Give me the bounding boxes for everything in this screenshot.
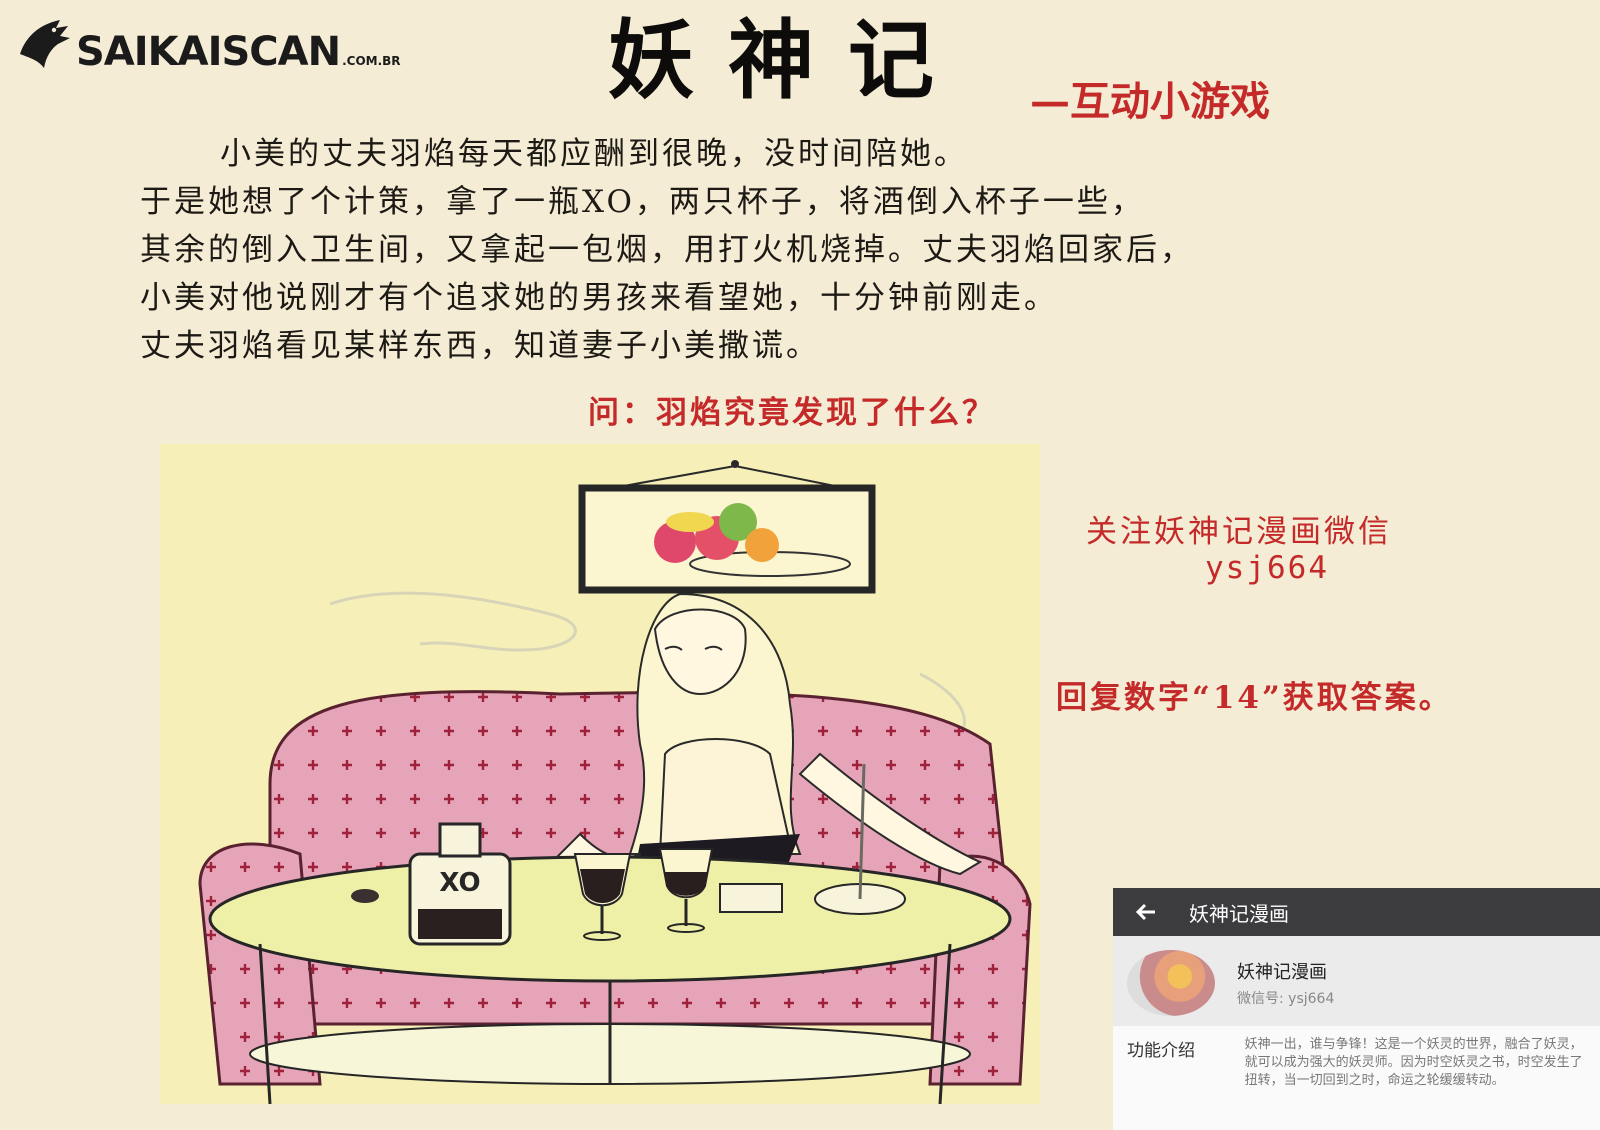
intro-text: 妖神一出，谁与争锋！这是一个妖灵的世界，融合了妖灵，就可以成为强大的妖灵师。因为… bbox=[1244, 1037, 1583, 1088]
follow-wechat-text: 关注妖神记漫画微信 bbox=[1086, 514, 1392, 550]
fruit-painting bbox=[578, 460, 876, 594]
cigarette-pack bbox=[719, 883, 783, 913]
logo-suffix: .COM.BR bbox=[342, 54, 401, 68]
logo-text: SAIKAISCAN bbox=[76, 29, 341, 75]
page-subtitle: —互动小游戏 bbox=[1030, 78, 1270, 125]
profile-card[interactable]: 妖神记漫画 微信号: ysj664 bbox=[1113, 936, 1600, 1026]
site-logo: SAIKAISCAN .COM.BR bbox=[16, 14, 401, 72]
profile-id: 微信号: ysj664 bbox=[1237, 991, 1335, 1007]
reply-instruction-text: 回复数字“14”获取答案。 bbox=[1056, 680, 1453, 716]
back-arrow-icon[interactable] bbox=[1131, 897, 1161, 927]
profile-name: 妖神记漫画 bbox=[1237, 962, 1327, 983]
dragon-icon bbox=[20, 20, 70, 68]
story-line: 丈夫羽焰看见某样东西，知道妻子小美撒谎。 bbox=[140, 328, 820, 364]
wechat-id-text: ysj664 bbox=[1205, 550, 1329, 586]
comic-illustration: XO bbox=[160, 444, 1040, 1104]
story-text: 小美的丈夫羽焰每天都应酬到很晚，没时间陪她。 于是她想了个计策，拿了一瓶XO，两… bbox=[140, 130, 1400, 370]
phone-header-title: 妖神记漫画 bbox=[1189, 901, 1289, 926]
intro-label: 功能介绍 bbox=[1127, 1041, 1195, 1061]
function-intro: 功能介绍 妖神一出，谁与争锋！这是一个妖灵的世界，融合了妖灵，就可以成为强大的妖… bbox=[1113, 1026, 1600, 1130]
story-line: 小美对他说刚才有个追求她的男孩来看望她，十分钟前刚走。 bbox=[140, 280, 1058, 316]
avatar bbox=[1127, 950, 1215, 1016]
lighter bbox=[351, 889, 379, 903]
question-text: 问：羽焰究竟发现了什么？ bbox=[588, 395, 996, 431]
page-title: 妖神记 bbox=[608, 10, 968, 111]
story-line: 小美的丈夫羽焰每天都应酬到很晚，没时间陪她。 bbox=[220, 136, 968, 172]
bottle-label: XO bbox=[439, 868, 480, 898]
story-line: 于是她想了个计策，拿了一瓶XO，两只杯子，将酒倒入杯子一些， bbox=[140, 184, 1145, 220]
phone-header: 妖神记漫画 bbox=[1113, 888, 1600, 936]
wechat-profile-screenshot: 妖神记漫画 妖神记漫画 微信号: ysj664 功能介绍 妖神一出，谁与争锋！这… bbox=[1113, 888, 1600, 1130]
story-line: 其余的倒入卫生间，又拿起一包烟，用打火机烧掉。丈夫羽焰回家后， bbox=[140, 232, 1194, 268]
scene-drawing: XO bbox=[198, 460, 1032, 1104]
